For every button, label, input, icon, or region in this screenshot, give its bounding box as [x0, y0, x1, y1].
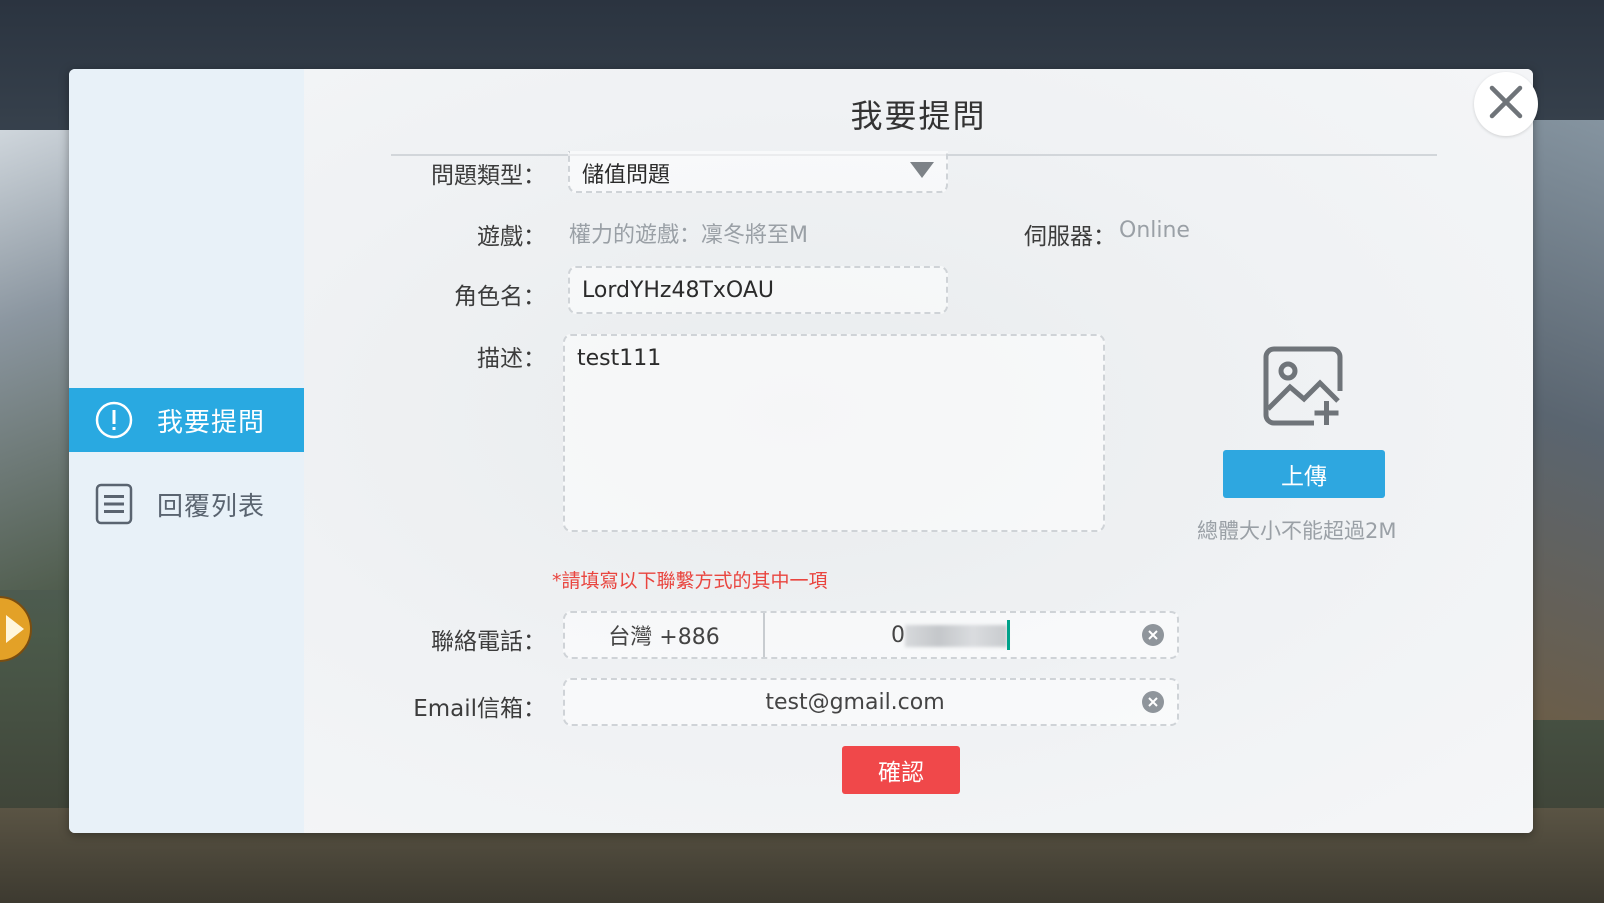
role-name-label: 角色名：	[454, 284, 546, 310]
phone-input[interactable]: 0	[765, 613, 1175, 657]
server-label: 伺服器：	[1024, 224, 1116, 250]
phone-value: 0	[891, 623, 905, 648]
contact-note: *請填寫以下聯繫方式的其中一項	[552, 570, 828, 592]
clear-email-icon[interactable]	[1142, 691, 1164, 713]
question-type-label: 問題類型：	[431, 163, 546, 189]
exclamation-circle-icon	[95, 401, 133, 439]
page-title: 我要提問	[850, 97, 987, 135]
email-label: Email信箱：	[413, 696, 546, 722]
role-name-value: LordYHz48TxOAU	[582, 278, 775, 303]
email-input[interactable]: test@gmail.com	[563, 678, 1179, 726]
close-icon	[1489, 85, 1523, 123]
description-value: test111	[577, 346, 662, 371]
phone-label: 聯絡電話：	[431, 629, 546, 655]
dropdown-arrow-icon	[910, 162, 934, 178]
form-area: 我要提問 問題類型： 儲值問題 遊戲： 權力的遊戲：凜冬將至M 伺服器： Onl…	[304, 69, 1533, 833]
text-caret	[1007, 620, 1010, 650]
confirm-button[interactable]: 確認	[842, 746, 960, 794]
sidebar-item-label: 我要提問	[157, 407, 266, 438]
upload-button[interactable]: 上傳	[1223, 450, 1385, 498]
phone-field: 台灣 +886 0	[563, 611, 1179, 659]
game-value: 權力的遊戲：凜冬將至M	[569, 223, 808, 248]
country-code-select[interactable]: 台灣 +886	[565, 613, 765, 657]
clear-phone-icon[interactable]	[1142, 624, 1164, 646]
sidebar-item-reply-list[interactable]: 回覆列表	[69, 472, 304, 536]
upload-size-hint: 總體大小不能超過2M	[1197, 519, 1397, 543]
sidebar: 我要提問 回覆列表	[69, 69, 304, 833]
description-label: 描述：	[477, 346, 546, 372]
question-type-select[interactable]: 儲值問題	[568, 151, 948, 193]
country-code-value: 台灣 +886	[608, 625, 720, 650]
side-expand-handle[interactable]	[0, 596, 32, 662]
question-type-value: 儲值問題	[582, 163, 671, 188]
masked-phone-digits	[905, 625, 1007, 647]
list-icon	[95, 483, 133, 525]
background-mountain	[0, 130, 80, 590]
description-textarea[interactable]: test111	[563, 334, 1105, 532]
close-button[interactable]	[1474, 72, 1538, 136]
ask-question-dialog: 我要提問 回覆列表 我要提問 問題類型： 儲值問題 遊戲： 權力的遊戲：凜冬將至…	[69, 69, 1533, 833]
role-name-input[interactable]: LordYHz48TxOAU	[568, 266, 948, 314]
email-value: test@gmail.com	[765, 690, 945, 715]
play-arrow-icon	[6, 615, 24, 643]
game-label: 遊戲：	[477, 224, 546, 250]
sidebar-item-ask-question[interactable]: 我要提問	[69, 388, 304, 452]
sidebar-item-label: 回覆列表	[157, 491, 266, 522]
server-value: Online	[1119, 218, 1190, 243]
add-image-icon[interactable]	[1262, 345, 1344, 427]
